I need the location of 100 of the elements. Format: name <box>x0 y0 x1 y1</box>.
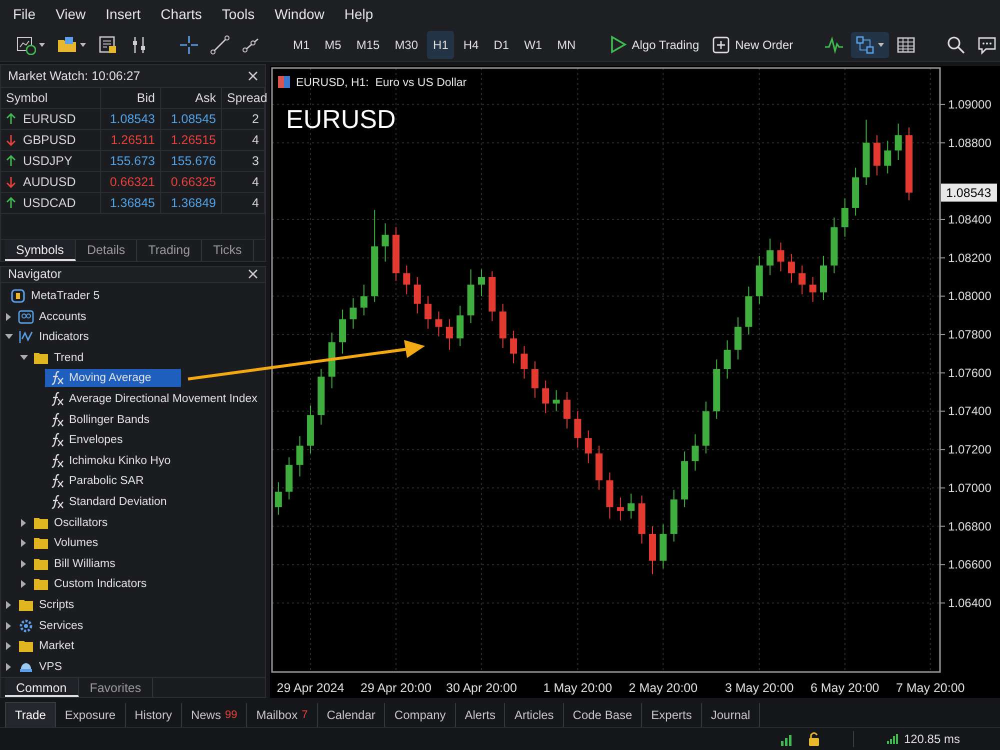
menu-item[interactable]: Window <box>264 6 334 22</box>
terminal-tab[interactable]: News 99 <box>182 703 248 727</box>
tree-item[interactable]: Envelopes <box>45 431 126 450</box>
grid-icon[interactable] <box>896 34 916 54</box>
y-tick-label: 1.08800 <box>948 136 992 150</box>
column-header[interactable]: Spread <box>222 88 265 109</box>
candle <box>830 217 838 274</box>
symbol-name[interactable]: EURUSD <box>23 109 76 129</box>
column-header[interactable]: Bid <box>101 88 161 109</box>
candle <box>660 524 667 569</box>
tree-item[interactable]: Volumes <box>30 534 102 552</box>
candle <box>628 493 635 520</box>
tree-item[interactable]: Parabolic SAR <box>45 472 147 490</box>
close-icon[interactable] <box>248 269 258 280</box>
symbol-name[interactable]: GBPUSD <box>23 130 76 150</box>
column-header[interactable]: Symbol <box>1 88 101 109</box>
caret-icon[interactable] <box>79 40 87 48</box>
timeframe-button[interactable]: M1 <box>287 30 316 58</box>
new-order-button[interactable]: New Order <box>707 32 798 58</box>
tree-item[interactable]: Moving Average <box>45 369 182 388</box>
timeframe-button[interactable]: D1 <box>488 30 516 58</box>
y-axis-label: 1.06400 <box>940 596 992 610</box>
menu-item[interactable]: Insert <box>96 6 151 22</box>
tree-item[interactable]: Oscillators <box>30 514 111 532</box>
tree-item[interactable]: Scripts <box>15 596 78 614</box>
tree-item[interactable]: Market <box>15 637 78 656</box>
timeframe-button[interactable]: H1 <box>427 30 454 58</box>
timeframe-button[interactable]: M15 <box>350 30 386 58</box>
tree-item[interactable]: Standard Deviation <box>45 492 170 511</box>
terminal-tab[interactable]: Code Base <box>564 703 642 727</box>
candle <box>873 134 880 176</box>
symbol-label: EURUSD <box>286 104 396 134</box>
search-icon[interactable] <box>946 34 966 54</box>
y-tick-label: 1.07400 <box>948 404 992 418</box>
algo-trading-button[interactable]: Algo Trading <box>604 31 704 58</box>
terminal-tab[interactable]: History <box>126 703 182 727</box>
candle <box>478 268 485 297</box>
candle <box>756 255 763 304</box>
chat-icon[interactable] <box>977 34 998 54</box>
terminal-tab[interactable]: Calendar <box>318 703 386 727</box>
y-axis-label: 1.08400 <box>940 212 992 226</box>
timeframe-button[interactable]: H4 <box>457 30 485 58</box>
terminal-tab[interactable]: Exposure <box>56 703 126 727</box>
terminal-tab[interactable]: Articles <box>505 703 564 727</box>
symbol-name[interactable]: AUDUSD <box>23 172 76 192</box>
terminal-tab[interactable]: Alerts <box>456 703 506 727</box>
terminal-tab[interactable]: Mailbox 7 <box>247 703 318 727</box>
chart-window-icon[interactable] <box>16 34 36 54</box>
menu-item[interactable]: Help <box>334 6 384 22</box>
tab[interactable]: Details <box>76 240 138 261</box>
close-icon[interactable] <box>248 71 258 81</box>
caret-icon[interactable] <box>38 40 46 48</box>
menu-item[interactable]: File <box>3 6 46 22</box>
folder-icon[interactable] <box>57 34 77 54</box>
candle <box>724 340 731 380</box>
layout-icon[interactable] <box>855 34 876 54</box>
tree-item[interactable]: Ichimoku Kinko Hyo <box>45 452 174 470</box>
tree-item[interactable]: Services <box>15 616 86 635</box>
candle <box>798 265 806 295</box>
symbol-name[interactable]: USDCAD <box>23 193 76 213</box>
flag-icon <box>278 76 290 88</box>
symbol-name[interactable]: USDJPY <box>23 151 72 171</box>
timeframe-button[interactable]: W1 <box>518 30 548 58</box>
tab[interactable]: Ticks <box>202 240 254 261</box>
tree-item[interactable]: Accounts <box>15 308 90 326</box>
tree-item[interactable]: Bill Williams <box>30 554 118 573</box>
tab[interactable]: Symbols <box>5 240 76 261</box>
pulse-icon[interactable] <box>824 34 844 54</box>
timeframe-button[interactable]: MN <box>551 30 582 58</box>
document-icon[interactable] <box>98 34 118 54</box>
candle <box>745 286 752 336</box>
tree-item[interactable]: Trend <box>30 348 87 367</box>
tree-item[interactable]: MetaTrader 5 <box>7 287 103 306</box>
line-icon[interactable] <box>210 34 230 54</box>
tab[interactable]: Trading <box>137 240 202 261</box>
tab[interactable]: Favorites <box>78 678 154 697</box>
tree-item[interactable]: Custom Indicators <box>30 575 150 594</box>
terminal-tab[interactable]: Journal <box>702 703 760 727</box>
crosshair-icon[interactable] <box>179 34 199 54</box>
caret-icon[interactable] <box>877 40 886 48</box>
tree-item[interactable]: Average Directional Movement Index <box>45 390 260 408</box>
terminal-tab[interactable]: Experts <box>642 703 702 727</box>
timeframe-button[interactable]: M30 <box>388 30 424 58</box>
tree-item[interactable]: Indicators <box>15 328 92 346</box>
y-tick-label: 1.07800 <box>948 328 992 342</box>
tab[interactable]: Common <box>5 678 79 697</box>
y-tick-label: 1.08000 <box>948 289 992 304</box>
menu-item[interactable]: Tools <box>212 6 265 22</box>
column-header[interactable]: Ask <box>161 88 222 109</box>
timeframe-button[interactable]: M5 <box>318 30 348 58</box>
x-axis-label: 6 May 20:00 <box>810 681 880 695</box>
bid-price: 1.08543 <box>101 109 161 130</box>
tree-item[interactable]: Bollinger Bands <box>45 410 153 429</box>
terminal-tab[interactable]: Company <box>385 703 456 727</box>
candle <box>777 242 784 272</box>
y-axis-label: 1.06600 <box>940 558 992 572</box>
terminal-tab[interactable]: Trade <box>5 702 56 727</box>
tree-item[interactable]: VPS <box>15 658 66 676</box>
menu-item[interactable]: Charts <box>150 6 212 22</box>
menu-item[interactable]: View <box>46 6 96 22</box>
